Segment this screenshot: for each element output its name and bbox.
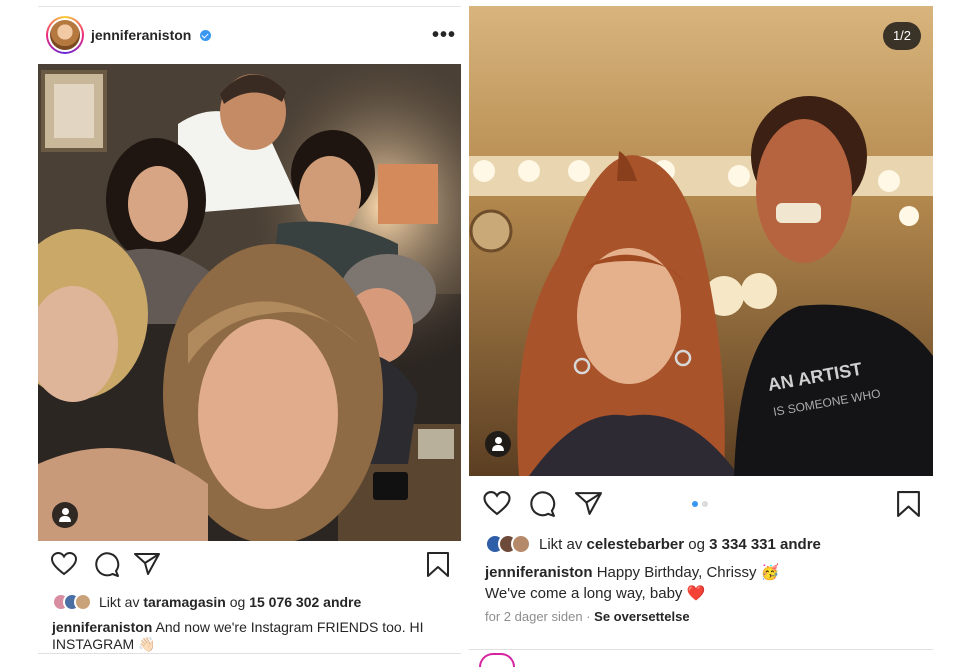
verified-badge-icon [200,30,211,41]
share-icon[interactable] [134,552,160,576]
comment-icon[interactable] [529,491,556,518]
likes-count[interactable]: 3 334 331 andre [709,536,821,553]
post-meta: for 2 dager siden · Se oversettelse [485,609,690,624]
heart-emoji: ❤️ [686,585,706,602]
bookmark-icon[interactable] [427,552,449,578]
next-post-avatar-peek [479,653,515,667]
translate-link[interactable]: Se oversettelse [594,609,689,624]
instagram-post-friends: jenniferaniston ••• Likt av taramagasin … [38,6,461,660]
divider [469,649,933,650]
heart-icon[interactable] [51,552,77,576]
post-username[interactable]: jenniferaniston [91,27,191,43]
instagram-post-birthday: AN ARTIST IS SOMEONE WHO 1/2 Likt av cel… [469,6,933,667]
bookmark-icon[interactable] [897,491,920,518]
liker-username[interactable]: taramagasin [143,594,225,610]
likes-prefix: Likt av [539,535,583,553]
post-caption: jenniferaniston Happy Birthday, Chrissy … [485,562,925,604]
carousel-dot[interactable] [692,501,698,507]
post-photo[interactable]: AN ARTIST IS SOMEONE WHO 1/2 [469,6,933,476]
likes-prefix: Likt av [99,594,140,610]
user-tag-icon[interactable] [52,502,78,528]
more-icon[interactable]: ••• [432,24,456,47]
party-emoji: 🥳 [760,564,780,581]
post-caption: jenniferaniston And now we're Instagram … [52,619,452,653]
carousel-dot[interactable] [702,501,708,507]
post-photo[interactable] [38,64,461,541]
caption-line-1: Happy Birthday, Chrissy [596,564,757,581]
carousel-dots [692,501,708,507]
caption-username[interactable]: jenniferaniston [52,619,152,635]
wave-emoji: 👋🏻 [138,636,156,652]
user-tag-icon[interactable] [485,431,511,457]
share-icon[interactable] [575,491,602,516]
liker-avatars [52,593,92,611]
likes-summary[interactable]: Likt av celestebarber og 3 334 331 andre [485,534,821,554]
comment-icon[interactable] [94,552,120,578]
likes-connector: og [229,594,246,610]
divider [38,653,461,654]
likes-summary[interactable]: Likt av taramagasin og 15 076 302 andre [52,593,361,611]
post-header: jenniferaniston ••• [38,7,461,64]
heart-icon[interactable] [483,491,511,516]
friends-selfie-image [38,64,461,541]
likes-count[interactable]: 15 076 302 andre [249,594,361,610]
liker-avatars [485,534,531,554]
carousel-counter: 1/2 [883,22,921,50]
birthday-throwback-image: AN ARTIST IS SOMEONE WHO [469,6,933,476]
profile-avatar[interactable] [46,16,84,54]
post-timestamp[interactable]: for 2 dager siden [485,609,583,624]
liker-username[interactable]: celestebarber [587,536,685,553]
likes-connector: og [688,535,705,553]
caption-username[interactable]: jenniferaniston [485,564,593,581]
caption-line-2: We've come a long way, baby [485,585,683,602]
meta-separator: · [586,609,591,624]
